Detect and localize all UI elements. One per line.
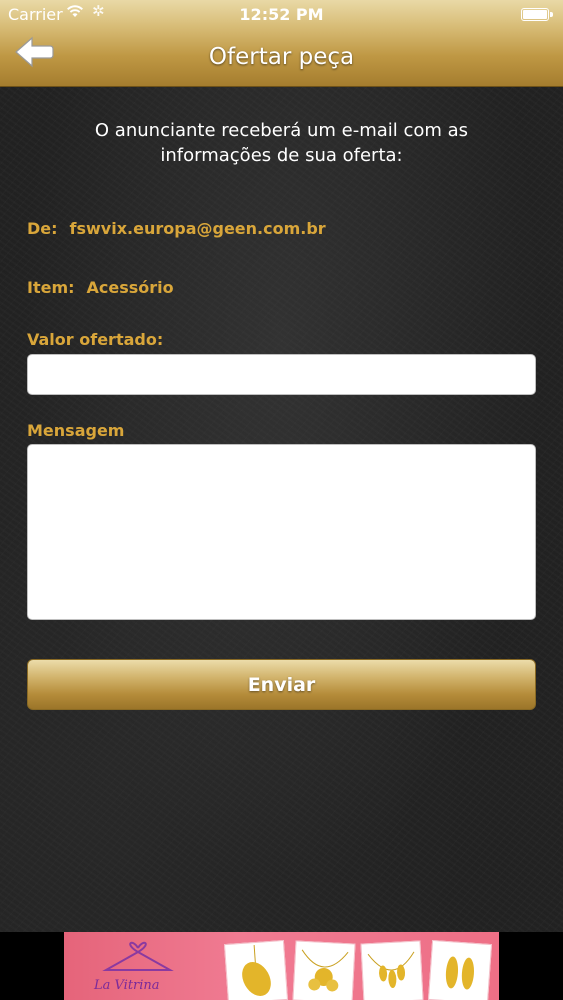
offer-label: Valor ofertado: xyxy=(27,330,164,349)
from-value: fswvix.europa@geen.com.br xyxy=(69,219,326,238)
item-value: Acessório xyxy=(86,278,174,297)
message-label: Mensagem xyxy=(27,421,125,440)
intro-text: O anunciante receberá um e-mail com as i… xyxy=(94,120,469,166)
battery-icon xyxy=(521,8,553,21)
item-label: Item: xyxy=(27,278,75,297)
ad-product-leaf-pendant xyxy=(223,939,289,1000)
message-textarea[interactable] xyxy=(27,444,536,620)
status-bar: Carrier ✲ 12:52 PM xyxy=(0,0,563,30)
from-row: De: fswvix.europa@geen.com.br xyxy=(27,219,326,238)
ad-banner-bar: La Vitrina xyxy=(0,932,563,1000)
submit-button[interactable]: Enviar xyxy=(27,659,536,710)
hanger-logo-icon xyxy=(102,941,174,971)
from-label: De: xyxy=(27,219,58,238)
item-row: Item: Acessório xyxy=(27,278,174,297)
ad-product-leaf-earrings xyxy=(427,939,493,1000)
offer-value-input[interactable] xyxy=(27,354,536,395)
navigation-bar: Carrier ✲ 12:52 PM Ofertar peça xyxy=(0,0,563,87)
ad-product-leaf-necklace xyxy=(360,940,424,1000)
page-title: Ofertar peça xyxy=(208,44,355,70)
ad-product-flower-necklace xyxy=(292,940,356,1000)
status-time: 12:52 PM xyxy=(239,5,324,24)
ad-banner[interactable]: La Vitrina xyxy=(64,932,499,1000)
ad-brand-text: La Vitrina xyxy=(94,978,160,993)
